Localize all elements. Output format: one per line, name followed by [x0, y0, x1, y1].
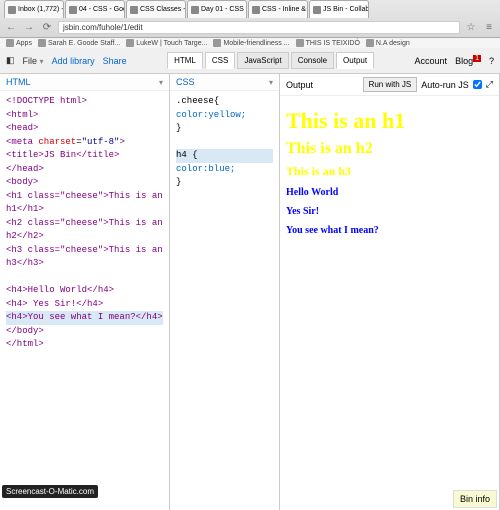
bookmark[interactable]: THIS IS TEIXIDÓ: [296, 39, 360, 47]
css-panel: CSS ▾ .cheese{ color:yellow; } h4 { colo…: [170, 74, 280, 510]
tab-console[interactable]: Console: [291, 52, 334, 69]
blog-link[interactable]: Blog1: [455, 56, 481, 66]
output-h3: This is an h3: [286, 164, 493, 179]
browser-tabs: Inbox (1,772) - ejbemgen 04 - CSS - Goog…: [0, 0, 500, 18]
run-with-js-button[interactable]: Run with JS: [363, 77, 418, 92]
css-editor[interactable]: .cheese{ color:yellow; } h4 { color:blue…: [170, 91, 279, 194]
panel-tabs: HTML CSS JavaScript Console Output: [167, 52, 374, 69]
output-h2: This is an h2: [286, 140, 493, 158]
bookmark[interactable]: Apps: [6, 39, 32, 47]
bin-info-button[interactable]: Bin info: [453, 490, 497, 508]
output-h1: This is an h1: [286, 108, 493, 134]
bookmark[interactable]: N.A design: [366, 39, 410, 47]
autorun-checkbox[interactable]: [473, 80, 482, 89]
menu-icon[interactable]: ≡: [482, 20, 496, 34]
jsbin-toolbar: ◧ File ▾ Add library Share HTML CSS Java…: [0, 48, 500, 74]
share-link[interactable]: Share: [103, 56, 127, 66]
back-icon[interactable]: ←: [4, 20, 18, 34]
html-panel-header[interactable]: HTML ▾: [0, 74, 169, 91]
browser-tab[interactable]: CSS Classes - Google Do: [126, 0, 186, 18]
tab-html[interactable]: HTML: [167, 52, 203, 69]
bookmarks-bar: Apps Sarah E. Goode Staff... LukeW | Tou…: [0, 38, 500, 48]
forward-icon[interactable]: →: [22, 20, 36, 34]
autorun-label: Auto-run JS: [421, 80, 469, 90]
browser-tab[interactable]: Inbox (1,772) - ejbemgen: [4, 0, 64, 18]
help-icon[interactable]: ?: [489, 56, 494, 66]
editor-panels: HTML ▾ <!DOCTYPE html> <html> <head> <me…: [0, 74, 500, 510]
account-link[interactable]: Account: [415, 56, 448, 66]
output-panel: Output Run with JS Auto-run JS ⤢ This is…: [280, 74, 500, 510]
popout-icon[interactable]: ⤢: [486, 79, 493, 90]
browser-chrome: Inbox (1,772) - ejbemgen 04 - CSS - Goog…: [0, 0, 500, 38]
browser-tab[interactable]: CSS - Inline & Block Leve: [248, 0, 308, 18]
css-panel-header[interactable]: CSS ▾: [170, 74, 279, 91]
tab-output[interactable]: Output: [336, 52, 374, 69]
output-body: This is an h1 This is an h2 This is an h…: [280, 96, 499, 250]
tab-css[interactable]: CSS: [205, 52, 235, 69]
reload-icon[interactable]: ⟳: [40, 20, 54, 34]
star-icon[interactable]: ☆: [464, 20, 478, 34]
html-panel: HTML ▾ <!DOCTYPE html> <html> <head> <me…: [0, 74, 170, 510]
output-h4: You see what I mean?: [286, 225, 493, 236]
file-menu[interactable]: File ▾: [23, 56, 44, 66]
add-library-link[interactable]: Add library: [52, 56, 95, 66]
address-bar[interactable]: jsbin.com/fuhole/1/edit: [58, 21, 460, 34]
output-h4: Hello World: [286, 187, 493, 198]
bookmark[interactable]: Sarah E. Goode Staff...: [38, 39, 120, 47]
output-h4: Yes Sir!: [286, 206, 493, 217]
browser-tab[interactable]: 04 - CSS - Google Drive: [65, 0, 125, 18]
output-title: Output: [286, 80, 313, 90]
browser-tab[interactable]: Day 01 - CSS - External, In: [187, 0, 247, 18]
address-bar-row: ← → ⟳ jsbin.com/fuhole/1/edit ☆ ≡: [0, 18, 500, 36]
browser-tab-active[interactable]: JS Bin - Collaborative Jav: [309, 0, 369, 18]
html-editor[interactable]: <!DOCTYPE html> <html> <head> <meta char…: [0, 91, 169, 356]
bookmark[interactable]: LukeW | Touch Targe...: [126, 39, 207, 47]
output-panel-header: Output Run with JS Auto-run JS ⤢: [280, 74, 499, 96]
screencast-watermark: Screencast-O-Matic.com: [2, 485, 98, 498]
jsbin-logo-icon[interactable]: ◧: [6, 55, 15, 66]
tab-javascript[interactable]: JavaScript: [237, 52, 288, 69]
bookmark[interactable]: Mobile-friendliness ...: [213, 39, 289, 47]
